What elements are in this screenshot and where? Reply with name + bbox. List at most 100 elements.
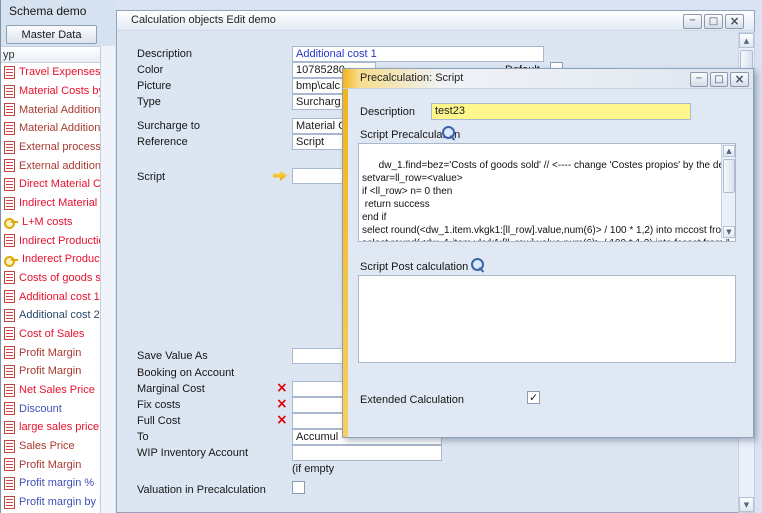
precalc-maximize-icon[interactable]: [710, 72, 728, 87]
script-precalculation-code: dw_1.find=bez='Costs of goods sold' // <…: [362, 160, 736, 242]
list-item[interactable]: Sales Price: [1, 437, 100, 456]
list-item[interactable]: Material Additional C: [1, 119, 100, 138]
preview-precalc-script-icon[interactable]: [441, 125, 456, 140]
list-item[interactable]: Material Additional C: [1, 100, 100, 119]
tab-master-data[interactable]: Master Data: [6, 25, 97, 44]
precalc-close-icon[interactable]: [730, 72, 749, 87]
picture-label: Picture: [137, 80, 171, 92]
list-item[interactable]: Additional cost 2: [1, 306, 100, 325]
list-item[interactable]: Profit Margin: [1, 455, 100, 474]
fix-costs-label: Fix costs: [137, 399, 180, 411]
list-item[interactable]: Discount: [1, 399, 100, 418]
list-item[interactable]: Additional cost 1: [1, 287, 100, 306]
sheet-icon: [4, 159, 15, 172]
list-item[interactable]: Costs of goods sold: [1, 269, 100, 288]
type-label: Type: [137, 96, 161, 108]
fix-costs-required-icon: [276, 397, 288, 411]
sheet-icon: [4, 271, 15, 284]
full-cost-required-icon: [276, 413, 288, 427]
list-item-label: Profit margin %: [19, 477, 94, 489]
list-item[interactable]: Inderect Production: [1, 250, 100, 269]
sheet-icon: [4, 85, 15, 98]
list-item-label: Profit Margin: [19, 459, 81, 471]
code-scroll-up-icon[interactable]: ▲: [723, 145, 735, 157]
list-item[interactable]: Indirect Material Co: [1, 194, 100, 213]
sheet-icon: [4, 327, 15, 340]
list-item[interactable]: External processing: [1, 138, 100, 157]
list-item[interactable]: External additional c: [1, 156, 100, 175]
minimize-icon[interactable]: [683, 14, 702, 29]
list-item-label: Additional cost 1: [19, 291, 100, 303]
list-item[interactable]: Indirect Production: [1, 231, 100, 250]
list-item[interactable]: Direct Material Cost: [1, 175, 100, 194]
code-scrollbar-thumb[interactable]: [723, 159, 735, 193]
sheet-icon: [4, 309, 15, 322]
list-item[interactable]: large sales price: [1, 418, 100, 437]
wip-inventory-account-input[interactable]: [292, 445, 442, 461]
wip-inventory-account-label: WIP Inventory Account: [137, 447, 248, 459]
list-item-label: Indirect Material Co: [19, 197, 100, 209]
list-item[interactable]: Profit margin %: [1, 474, 100, 493]
marginal-cost-label: Marginal Cost: [137, 383, 205, 395]
list-item[interactable]: Travel Expenses: [1, 63, 100, 82]
list-item-label: Material Additional C: [19, 104, 100, 116]
edit-window-titlebar: Calculation objects Edit demo: [117, 11, 754, 31]
script-post-calculation-editor[interactable]: [358, 275, 736, 363]
list-item[interactable]: Material Costs by Bi: [1, 82, 100, 101]
if-empty-note: (if empty: [292, 463, 334, 475]
valuation-label: Valuation in Precalculation: [137, 484, 266, 496]
type-column-header[interactable]: yp: [1, 46, 100, 63]
maximize-icon[interactable]: [704, 14, 723, 29]
list-item[interactable]: Profit margin by ho: [1, 493, 100, 512]
sheet-icon: [4, 402, 15, 415]
surcharge-to-label: Surcharge to: [137, 120, 200, 132]
to-label: To: [137, 431, 149, 443]
sheet-icon: [4, 178, 15, 191]
script-arrow-icon[interactable]: [273, 170, 287, 181]
scroll-up-icon[interactable]: ▲: [739, 33, 754, 48]
marginal-cost-required-icon: [276, 381, 288, 395]
scroll-down-icon[interactable]: ▼: [739, 497, 754, 512]
sheet-icon: [4, 346, 15, 359]
list-item[interactable]: L+M costs: [1, 213, 100, 232]
list-item-label: Cost of Sales: [19, 328, 84, 340]
sheet-icon: [4, 103, 15, 116]
sheet-icon: [4, 66, 15, 79]
panel-title: Schema demo: [9, 4, 86, 18]
script-label: Script: [137, 171, 165, 183]
code-scroll-down-icon[interactable]: ▼: [723, 226, 735, 238]
sheet-icon: [4, 384, 15, 397]
precalculation-script-window: Precalculation: Script Description test2…: [342, 68, 754, 438]
list-item-label: External processing: [19, 141, 100, 153]
extended-calculation-label: Extended Calculation: [360, 394, 464, 406]
list-item-label: Profit Margin: [19, 347, 81, 359]
script-precalculation-editor[interactable]: dw_1.find=bez='Costs of goods sold' // <…: [358, 143, 736, 242]
valuation-checkbox[interactable]: [292, 481, 305, 494]
schema-list-scrollbar[interactable]: [100, 46, 115, 513]
list-item[interactable]: Profit Margin: [1, 362, 100, 381]
script-post-calculation-label: Script Post calculation: [360, 261, 468, 273]
edit-window-title: Calculation objects Edit demo: [131, 14, 276, 26]
list-item-label: Discount: [19, 403, 62, 415]
reference-label: Reference: [137, 136, 188, 148]
precalc-title: Precalculation: Script: [360, 72, 463, 84]
list-item-label: Profit Margin: [19, 365, 81, 377]
list-item-label: L+M costs: [22, 216, 72, 228]
list-item-label: Profit margin by ho: [19, 496, 100, 508]
code-scrollbar[interactable]: ▲ ▼: [721, 144, 735, 239]
list-item-label: Material Additional C: [19, 122, 100, 134]
precalc-minimize-icon[interactable]: [690, 72, 708, 87]
list-item[interactable]: Profit Margin: [1, 343, 100, 362]
sheet-icon: [4, 458, 15, 471]
type-column-header-label: yp: [3, 49, 15, 61]
description-input[interactable]: Additional cost 1: [292, 46, 544, 62]
preview-postcalc-script-icon[interactable]: [470, 257, 485, 272]
list-item[interactable]: Cost of Sales: [1, 325, 100, 344]
schema-panel: Schema demo Master Data yp Travel Expens…: [1, 0, 116, 513]
schema-object-list: Travel Expenses Material Costs by Bi Mat…: [1, 63, 100, 513]
close-icon[interactable]: [725, 14, 744, 29]
precalc-description-input[interactable]: test23: [431, 103, 691, 120]
extended-calculation-checkbox[interactable]: [527, 391, 540, 404]
sheet-icon: [4, 496, 15, 509]
list-item[interactable]: Net Sales Price: [1, 381, 100, 400]
